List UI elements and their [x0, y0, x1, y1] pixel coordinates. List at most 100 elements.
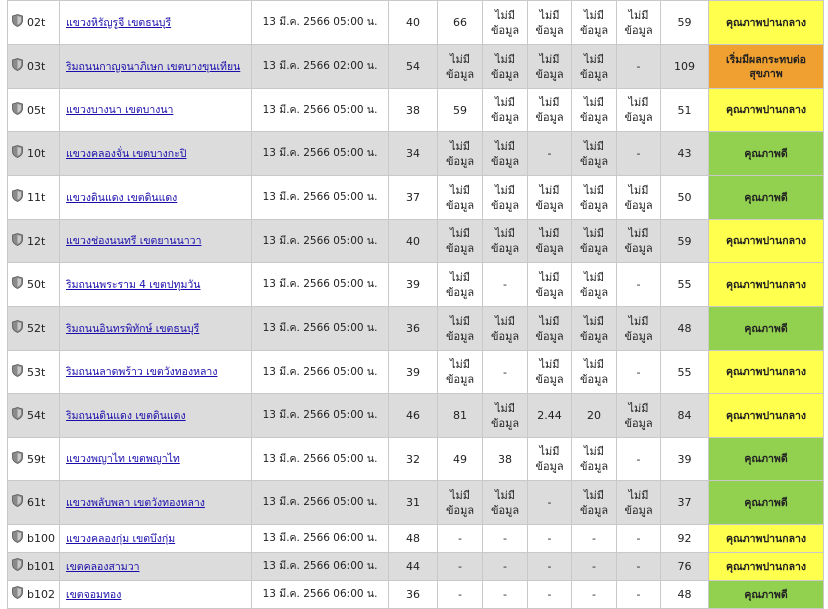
- value-cell-4: -: [527, 552, 572, 581]
- value-cell-2: -: [437, 552, 483, 581]
- value-cell-2: -: [437, 524, 483, 553]
- aqi-cell: 55: [660, 262, 709, 307]
- station-id: 53t: [27, 365, 46, 379]
- value-cell-1: 38: [388, 88, 438, 132]
- station-id: 03t: [27, 60, 46, 73]
- station-location-link[interactable]: แขวงพลับพลา เขตวังทองหลาง: [66, 497, 205, 509]
- value-cell-4: -: [527, 580, 572, 609]
- datetime-cell: 13 มี.ค. 2566 05:00 น.: [251, 219, 389, 263]
- station-id: 12t: [27, 234, 46, 248]
- value-cell-6: -: [616, 524, 661, 553]
- station-location-link[interactable]: ริมถนนลาดพร้าว เขตวังทองหลาง: [66, 366, 217, 378]
- station-location-link[interactable]: ริมถนนดินแดง เขตดินแดง: [66, 410, 186, 422]
- shield-icon: [12, 530, 23, 547]
- location-cell: เขตจอมทอง: [59, 580, 252, 609]
- station-id-cell: b101: [7, 552, 60, 581]
- aqi-cell: 92: [660, 524, 709, 553]
- datetime-cell: 13 มี.ค. 2566 05:00 น.: [251, 480, 389, 525]
- table-row: 52t ริมถนนอินทรพิทักษ์ เขตธนบุรี 13 มี.ค. …: [7, 306, 824, 351]
- value-cell-3: -: [482, 552, 528, 581]
- value-cell-1: 39: [388, 350, 438, 394]
- value-cell-2: 66: [437, 0, 483, 45]
- value-cell-5: -: [571, 524, 617, 553]
- value-cell-6: -: [616, 131, 661, 176]
- value-cell-3: -: [482, 524, 528, 553]
- value-cell-3: ไม่มี ข้อมูล: [482, 0, 528, 45]
- quality-status-badge: คุณภาพปานกลาง: [708, 262, 824, 307]
- station-location-link[interactable]: แขวงคลองจั่น เขตบางกะปิ: [66, 148, 186, 160]
- station-location-link[interactable]: แขวงดินแดง เขตดินแดง: [66, 192, 177, 204]
- value-cell-4: ไม่มี ข้อมูล: [527, 437, 572, 481]
- value-cell-3: ไม่มี ข้อมูล: [482, 393, 528, 438]
- station-location-link[interactable]: แขวงคลองกุ่ม เขตบึงกุ่ม: [66, 533, 175, 545]
- station-location-link[interactable]: แขวงบางนา เขตบางนา: [66, 104, 173, 116]
- aqi-cell: 37: [660, 480, 709, 525]
- quality-status-badge: คุณภาพปานกลาง: [708, 0, 824, 45]
- value-cell-4: ไม่มี ข้อมูล: [527, 88, 572, 132]
- station-id-cell: b102: [7, 580, 60, 609]
- value-cell-4: ไม่มี ข้อมูล: [527, 0, 572, 45]
- value-cell-1: 37: [388, 175, 438, 220]
- quality-status-badge: คุณภาพดี: [708, 175, 824, 220]
- value-cell-4: ไม่มี ข้อมูล: [527, 350, 572, 394]
- value-cell-4: -: [527, 480, 572, 525]
- value-cell-1: 36: [388, 306, 438, 351]
- value-cell-5: ไม่มี ข้อมูล: [571, 88, 617, 132]
- value-cell-5: ไม่มี ข้อมูล: [571, 219, 617, 263]
- aqi-cell: 59: [660, 219, 709, 263]
- value-cell-4: ไม่มี ข้อมูล: [527, 175, 572, 220]
- datetime-cell: 13 มี.ค. 2566 05:00 น.: [251, 393, 389, 438]
- shield-icon: [12, 494, 23, 511]
- station-location-link[interactable]: แขวงพญาไท เขตพญาไท: [66, 453, 180, 465]
- location-cell: ริมถนนอินทรพิทักษ์ เขตธนบุรี: [59, 306, 252, 351]
- datetime-cell: 13 มี.ค. 2566 05:00 น.: [251, 88, 389, 132]
- datetime-cell: 13 มี.ค. 2566 05:00 น.: [251, 437, 389, 481]
- shield-icon: [12, 363, 23, 381]
- quality-status-badge: คุณภาพปานกลาง: [708, 393, 824, 438]
- table-row: 02t แขวงหิรัญรูจี เขตธนบุรี 13 มี.ค. 2566 …: [7, 0, 824, 45]
- shield-icon: [12, 558, 23, 575]
- table-row: b102 เขตจอมทอง 13 มี.ค. 2566 06:00 น. 36- - -…: [7, 580, 824, 609]
- datetime-cell: 13 มี.ค. 2566 05:00 น.: [251, 262, 389, 307]
- value-cell-5: ไม่มี ข้อมูล: [571, 306, 617, 351]
- station-location-link[interactable]: เขตคลองสามวา: [66, 561, 140, 573]
- station-location-link[interactable]: เขตจอมทอง: [66, 589, 121, 601]
- datetime-cell: 13 มี.ค. 2566 06:00 น.: [251, 552, 389, 581]
- aqi-cell: 50: [660, 175, 709, 220]
- station-id: 10t: [27, 147, 46, 160]
- location-cell: แขวงพญาไท เขตพญาไท: [59, 437, 252, 481]
- location-cell: แขวงช่องนนทรี เขตยานนาวา: [59, 219, 252, 263]
- value-cell-3: -: [482, 262, 528, 307]
- value-cell-6: -: [616, 350, 661, 394]
- quality-status-badge: คุณภาพดี: [708, 306, 824, 351]
- station-id: b102: [27, 588, 55, 601]
- station-id-cell: 61t: [7, 480, 60, 525]
- station-id: 50t: [27, 278, 46, 291]
- station-id: b101: [27, 560, 55, 573]
- value-cell-2: -: [437, 580, 483, 609]
- value-cell-1: 39: [388, 262, 438, 307]
- station-location-link[interactable]: ริมถนนกาญจนาภิเษก เขตบางขุนเทียน: [66, 61, 240, 73]
- location-cell: แขวงคลองกุ่ม เขตบึงกุ่ม: [59, 524, 252, 553]
- table-row: 12t แขวงช่องนนทรี เขตยานนาวา 13 มี.ค. 2566…: [7, 219, 824, 263]
- location-cell: แขวงคลองจั่น เขตบางกะปิ: [59, 131, 252, 176]
- table-row: b100 แขวงคลองกุ่ม เขตบึงกุ่ม 13 มี.ค. 2566…: [7, 524, 824, 553]
- datetime-cell: 13 มี.ค. 2566 05:00 น.: [251, 0, 389, 45]
- station-location-link[interactable]: แขวงช่องนนทรี เขตยานนาวา: [66, 235, 201, 247]
- station-location-link[interactable]: แขวงหิรัญรูจี เขตธนบุรี: [66, 17, 171, 29]
- value-cell-6: ไม่มี ข้อมูล: [616, 219, 661, 263]
- shield-icon: [12, 145, 23, 162]
- value-cell-5: ไม่มี ข้อมูล: [571, 350, 617, 394]
- value-cell-5: -: [571, 552, 617, 581]
- value-cell-5: -: [571, 580, 617, 609]
- value-cell-1: 32: [388, 437, 438, 481]
- value-cell-2: ไม่มี ข้อมูล: [437, 219, 483, 263]
- value-cell-1: 40: [388, 219, 438, 263]
- value-cell-2: ไม่มี ข้อมูล: [437, 131, 483, 176]
- station-location-link[interactable]: ริมถนนพระราม 4 เขตปทุมวัน: [66, 279, 200, 291]
- location-cell: ริมถนนพระราม 4 เขตปทุมวัน: [59, 262, 252, 307]
- value-cell-4: ไม่มี ข้อมูล: [527, 219, 572, 263]
- quality-status-badge: คุณภาพปานกลาง: [708, 524, 824, 553]
- value-cell-4: -: [527, 524, 572, 553]
- station-location-link[interactable]: ริมถนนอินทรพิทักษ์ เขตธนบุรี: [66, 323, 199, 335]
